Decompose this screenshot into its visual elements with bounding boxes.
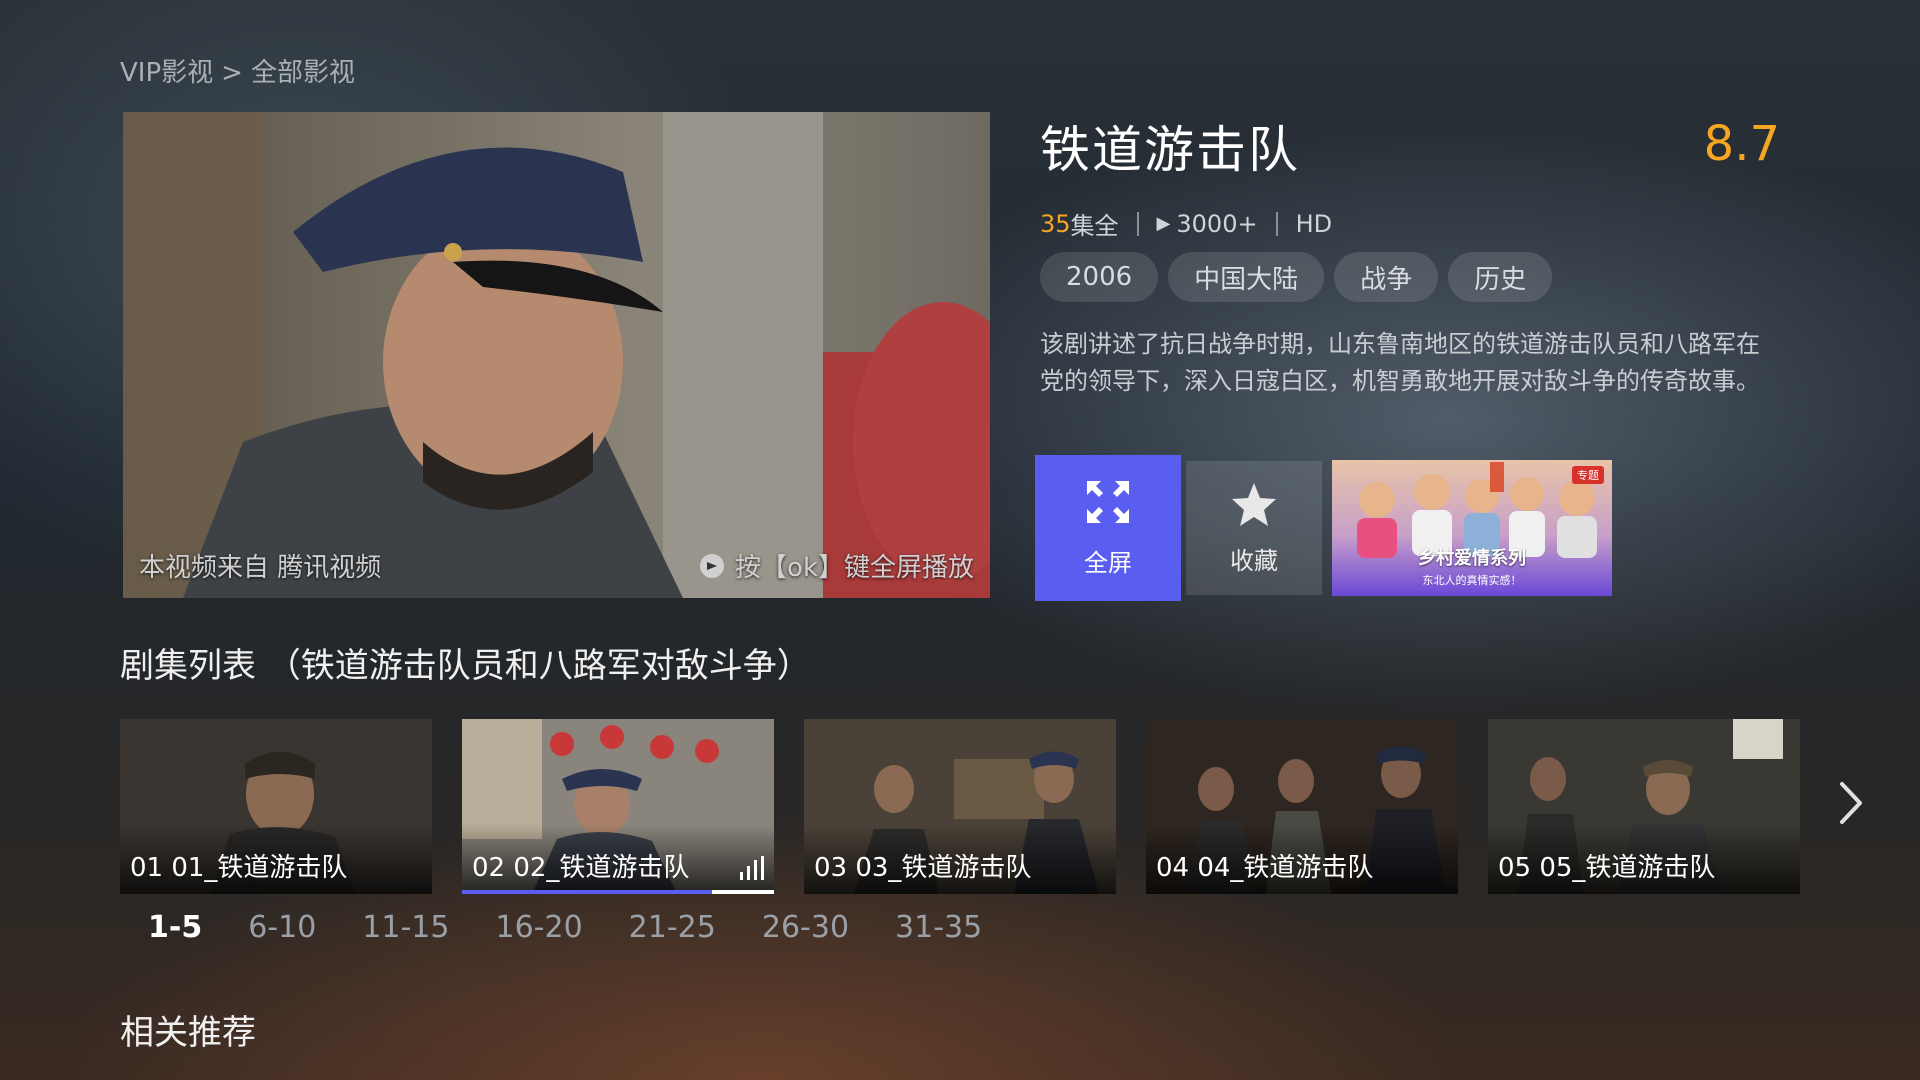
range-tab-6-10[interactable]: 6-10 xyxy=(248,910,316,945)
meta-divider xyxy=(1136,211,1139,236)
playing-bars-icon xyxy=(740,856,764,880)
show-meta: 35 集全 ▶ 3000+ HD xyxy=(1040,206,1332,241)
fullscreen-hint: 按【ok】键全屏播放 xyxy=(699,547,974,584)
promo-title: 乡村爱情系列 xyxy=(1418,548,1526,569)
tag-genre-war[interactable]: 战争 xyxy=(1334,252,1439,302)
episode-label: 01 01_铁道游击队 xyxy=(130,853,348,883)
episode-label: 05 05_铁道游击队 xyxy=(1498,853,1716,883)
star-icon xyxy=(1232,482,1276,526)
video-source-text: 本视频来自 腾讯视频 xyxy=(139,553,382,583)
show-description: 该剧讲述了抗日战争时期，山东鲁南地区的铁道游击队员和八路军在党的领导下，深入日寇… xyxy=(1040,330,1760,395)
show-rating: 8.7 xyxy=(1703,116,1780,172)
favorite-button-label: 收藏 xyxy=(1230,546,1278,575)
promo-banner[interactable]: 专题 乡村爱情系列 东北人的真情实感！ xyxy=(1332,460,1612,596)
play-triangle-icon: ▶ xyxy=(1156,213,1171,234)
fullscreen-icon xyxy=(1087,480,1129,523)
chevron-right-icon[interactable] xyxy=(1830,778,1870,828)
breadcrumb: VIP影视 > 全部影视 xyxy=(120,52,355,89)
episode-section-title: 剧集列表 （铁道游击队员和八路军对敌斗争） xyxy=(120,646,811,686)
range-tab-26-30[interactable]: 26-30 xyxy=(762,910,849,945)
video-preview[interactable]: 本视频来自 腾讯视频 按【ok】键全屏播放 xyxy=(123,112,990,598)
episode-card-2[interactable]: 02 02_铁道游击队 xyxy=(462,719,774,894)
breadcrumb-separator: > xyxy=(221,58,243,88)
episode-progress-fill xyxy=(462,890,712,894)
tag-region[interactable]: 中国大陆 xyxy=(1168,252,1325,302)
range-tab-11-15[interactable]: 11-15 xyxy=(362,910,449,945)
promo-subtitle: 东北人的真情实感！ xyxy=(1422,574,1522,587)
episode-card-1[interactable]: 01 01_铁道游击队 xyxy=(120,719,432,894)
episode-card-5[interactable]: 05 05_铁道游击队 xyxy=(1488,719,1800,894)
episode-range-tabs: 1-5 6-10 11-15 16-20 21-25 26-30 31-35 xyxy=(148,910,982,945)
breadcrumb-root[interactable]: VIP影视 xyxy=(120,58,213,88)
promo-badge: 专题 xyxy=(1572,466,1604,484)
range-tab-16-20[interactable]: 16-20 xyxy=(495,910,582,945)
episode-count-suffix: 集全 xyxy=(1070,212,1119,240)
episode-label: 02 02_铁道游击队 xyxy=(472,853,690,883)
tag-genre-history[interactable]: 历史 xyxy=(1448,252,1553,302)
episode-count: 35 xyxy=(1040,209,1071,238)
preview-frame-image xyxy=(123,112,990,598)
play-count: 3000+ xyxy=(1176,209,1258,238)
favorite-button[interactable]: 收藏 xyxy=(1186,461,1322,595)
episode-label: 04 04_铁道游击队 xyxy=(1156,853,1374,883)
show-title: 铁道游击队 xyxy=(1040,121,1300,179)
quality-label: HD xyxy=(1295,209,1333,238)
related-section-title: 相关推荐 xyxy=(120,1013,256,1053)
range-tab-21-25[interactable]: 21-25 xyxy=(629,910,716,945)
breadcrumb-current: 全部影视 xyxy=(250,58,355,88)
range-tab-1-5[interactable]: 1-5 xyxy=(148,910,202,945)
range-tab-31-35[interactable]: 31-35 xyxy=(895,910,982,945)
tag-year[interactable]: 2006 xyxy=(1040,252,1159,302)
meta-divider xyxy=(1275,211,1278,236)
episode-progress-bar xyxy=(462,890,774,894)
episode-card-3[interactable]: 03 03_铁道游击队 xyxy=(804,719,1116,894)
episode-list: 01 01_铁道游击队 02 02_铁道游击队 03 03_铁道游击队 04 0… xyxy=(120,719,1800,894)
episode-label: 03 03_铁道游击队 xyxy=(814,853,1032,883)
fullscreen-hint-text: 按【ok】键全屏播放 xyxy=(735,553,974,583)
fullscreen-button-label: 全屏 xyxy=(1084,548,1132,577)
tag-list: 2006 中国大陆 战争 历史 xyxy=(1040,252,1553,302)
episode-card-4[interactable]: 04 04_铁道游击队 xyxy=(1146,719,1458,894)
fullscreen-button[interactable]: 全屏 xyxy=(1035,455,1181,601)
source-logo-icon xyxy=(700,553,725,578)
